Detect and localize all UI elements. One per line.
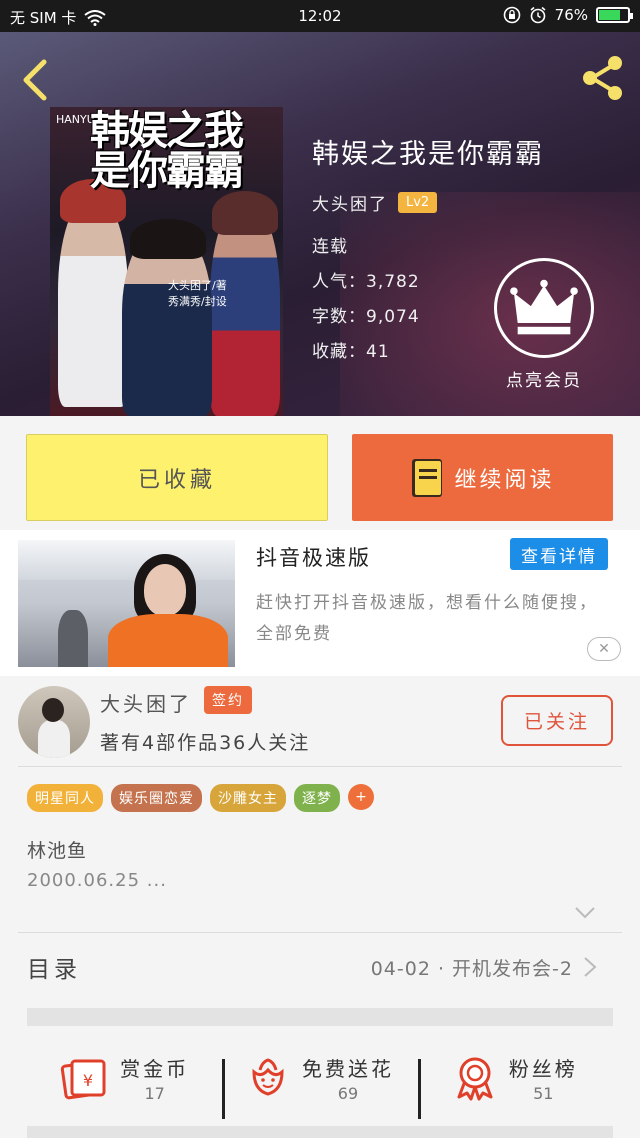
alarm-icon: [530, 6, 546, 24]
book-author-row: 大头困了 Lv2: [312, 190, 438, 215]
latest-chapter: 04-02 · 开机发布会-2: [370, 958, 573, 980]
section-separator: [27, 1126, 613, 1138]
ad-close-button[interactable]: ✕: [587, 637, 621, 661]
share-icon[interactable]: [578, 52, 628, 104]
collected-label: 已收藏: [137, 467, 216, 493]
tag-list: 明星同人 娱乐圈恋爱 沙雕女主 逐梦 +: [27, 784, 374, 812]
rotation-lock-icon: [503, 6, 520, 24]
ad-title[interactable]: 抖音极速版: [256, 542, 371, 572]
word-count: 字数：9,074: [312, 307, 420, 327]
flower-icon: [252, 1058, 284, 1096]
book-icon: [412, 458, 443, 497]
status-right: 76%: [503, 6, 633, 24]
cover-title: 韩娱之我是你霸霸: [90, 108, 244, 194]
reward-coins-count: 17: [144, 1084, 165, 1103]
book-info-section: 大头困了 签约 著有4部作品36人关注 已关注 明星同人 娱乐圈恋爱 沙雕女主 …: [0, 676, 640, 1138]
book-header: HANYU 韩娱之我是你霸霸 大头困了/著 秀满秀/封设 韩娱之我是你霸霸 大头…: [0, 32, 640, 416]
reward-coins-label: 赏金币: [120, 1057, 190, 1081]
medal-icon: [457, 1057, 493, 1101]
cover-designer-credit: 秀满秀/封设: [168, 295, 227, 308]
tag-chip[interactable]: 逐梦: [294, 784, 340, 812]
table-of-contents-row[interactable]: 目录 04-02 · 开机发布会-2: [27, 932, 613, 1000]
description-line-2: 2000.06.25 ...: [27, 870, 167, 891]
ad-detail-button[interactable]: 查看详情: [510, 538, 608, 570]
author-stats: 著有4部作品36人关注: [100, 732, 311, 754]
send-flower-button[interactable]: 免费送花 69: [222, 1053, 417, 1119]
author-name[interactable]: 大头困了: [100, 688, 192, 717]
rewards-bar: ¥ 赏金币 17 免费送花 69 粉丝榜 51: [27, 1028, 613, 1128]
signed-badge: 签约: [204, 686, 252, 714]
ad-banner[interactable]: 抖音极速版 查看详情 赶快打开抖音极速版，想看什么随便搜，全部免费 ✕: [0, 530, 640, 676]
level-badge: Lv2: [398, 192, 438, 213]
tag-chip[interactable]: 娱乐圈恋爱: [111, 784, 202, 812]
section-separator: [27, 1008, 613, 1026]
status-bar: 无 SIM 卡 12:02 76%: [0, 0, 640, 32]
fan-ranking-button[interactable]: 粉丝榜 51: [417, 1053, 613, 1119]
send-flower-label: 免费送花: [301, 1057, 394, 1081]
red-envelope-icon: ¥: [60, 1059, 106, 1100]
fan-ranking-count: 51: [533, 1084, 554, 1103]
vip-label[interactable]: 点亮会员: [494, 366, 594, 391]
ad-description: 赶快打开抖音极速版，想看什么随便搜，全部免费: [256, 593, 598, 644]
divider: [18, 766, 622, 767]
serial-status: 连载: [312, 237, 348, 257]
book-title: 韩娱之我是你霸霸: [312, 139, 544, 170]
toc-label: 目录: [27, 957, 81, 983]
back-icon[interactable]: [16, 56, 56, 104]
tag-chip[interactable]: 沙雕女主: [210, 784, 286, 812]
ad-image[interactable]: [18, 540, 235, 667]
book-cover[interactable]: HANYU 韩娱之我是你霸霸 大头困了/著 秀满秀/封设: [50, 107, 283, 416]
tag-chip[interactable]: 明星同人: [27, 784, 103, 812]
reward-coins-button[interactable]: ¥ 赏金币 17: [27, 1053, 222, 1103]
battery-percent: 76%: [554, 6, 588, 24]
description-line-1: 林池鱼: [27, 840, 88, 862]
favorites-count: 收藏：41: [312, 342, 390, 362]
popularity: 人气：3,782: [312, 272, 420, 292]
continue-reading-label: 继续阅读: [454, 467, 555, 493]
svg-text:¥: ¥: [83, 1071, 93, 1090]
cover-author-credit: 大头困了/著: [168, 279, 227, 292]
crown-icon[interactable]: [494, 258, 594, 358]
fan-ranking-label: 粉丝榜: [508, 1057, 578, 1081]
collected-button[interactable]: 已收藏: [26, 434, 328, 521]
follow-button[interactable]: 已关注: [501, 695, 613, 746]
send-flower-count: 69: [337, 1084, 359, 1103]
more-tags-button[interactable]: +: [348, 784, 374, 810]
cover-brand: HANYU: [56, 113, 95, 126]
avatar[interactable]: [18, 686, 90, 758]
battery-icon: [596, 7, 633, 23]
chevron-down-icon[interactable]: [574, 906, 596, 920]
book-author[interactable]: 大头困了: [312, 190, 388, 215]
chevron-right-icon: [584, 957, 597, 977]
continue-reading-button[interactable]: 继续阅读: [352, 434, 613, 521]
